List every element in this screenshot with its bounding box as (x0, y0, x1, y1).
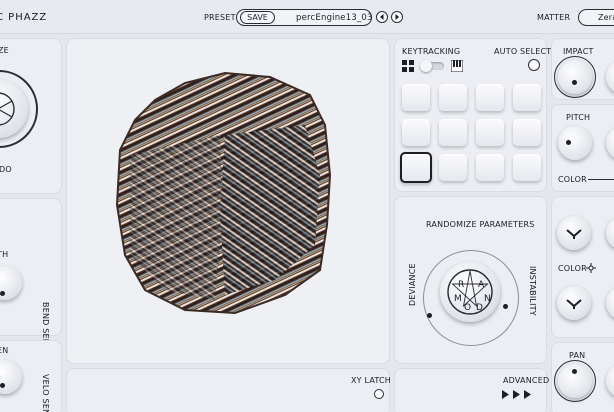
pad-5[interactable] (402, 119, 430, 146)
next-preset-button[interactable] (391, 11, 403, 23)
chevron-right-icon (395, 14, 399, 20)
matter-label: MATTER (537, 13, 571, 22)
advanced-label: ADVANCED (503, 376, 550, 385)
left-top-label: ZE (0, 46, 9, 55)
pitch-indicator (566, 140, 571, 145)
preset-name: percEngine13_03 (296, 13, 373, 23)
matter-value: Zera (598, 13, 614, 22)
xy-latch-panel (66, 368, 390, 412)
random-letter-o: O (464, 303, 472, 313)
mode-dial-symbol (0, 92, 15, 126)
pitch-bend-label: TH (0, 250, 9, 259)
auto-select-toggle[interactable] (528, 59, 540, 71)
brand-logo: C PHAZZ (0, 12, 48, 23)
color-slider[interactable] (588, 179, 614, 180)
pad-7[interactable] (476, 119, 504, 146)
matter-cube-visual[interactable] (105, 65, 345, 325)
impact-arc (554, 56, 596, 98)
chevron-left-icon (380, 14, 384, 20)
xy-latch-toggle[interactable] (374, 389, 384, 399)
pad-10[interactable] (439, 154, 467, 181)
random-letter-n: N (484, 294, 491, 304)
velo-knob-indicator (0, 383, 5, 388)
pitch-knob[interactable] (558, 126, 592, 160)
keytracking-label: KEYTRACKING (402, 47, 461, 56)
crosshair-icon (586, 263, 596, 273)
auto-select-label: AUTO SELECT (494, 47, 552, 56)
pitch-label: PITCH (566, 113, 591, 122)
pad-3[interactable] (476, 84, 504, 111)
pad-1[interactable] (402, 84, 430, 111)
impact-label: IMPACT (563, 47, 594, 56)
advanced-arrows-icon[interactable] (502, 390, 542, 399)
pan-arc (554, 360, 596, 402)
velo-sens-label: VELO SENS (41, 374, 50, 412)
random-letter-r: R (458, 280, 465, 290)
color-label: COLOR (558, 175, 587, 184)
keytracking-toggle-thumb (420, 60, 432, 72)
dial-mode-label: DO (0, 165, 12, 174)
preset-label: PRESET (204, 13, 236, 22)
deviance-marker (427, 313, 432, 318)
fork-icon-bottom (566, 299, 582, 309)
pad-9[interactable] (400, 152, 432, 183)
keytracking-toggle[interactable] (420, 60, 444, 72)
pan-label: PAN (569, 351, 586, 360)
instability-marker (503, 304, 508, 309)
random-letter-d: D (476, 303, 484, 313)
random-letter-a: A (478, 280, 485, 290)
pad-12[interactable] (513, 154, 541, 181)
instability-label: INSTABILITY (528, 266, 537, 316)
bend-knob-indicator (0, 291, 5, 296)
prev-preset-button[interactable] (376, 11, 388, 23)
pad-2[interactable] (439, 84, 467, 111)
pad-8[interactable] (513, 119, 541, 146)
pad-4[interactable] (513, 84, 541, 111)
xy-latch-label: XY LATCH (351, 376, 392, 385)
color2-label: COLOR (558, 264, 587, 273)
velo-fragment-label: EN (0, 346, 9, 355)
fork-icon-top (566, 229, 582, 239)
pad-6[interactable] (439, 119, 467, 146)
randomize-title: RANDOMIZE PARAMETERS (426, 220, 535, 229)
random-letter-m: M (454, 294, 462, 304)
deviance-label: DEVIANCE (408, 263, 417, 306)
grid-mode-icon[interactable] (402, 60, 414, 72)
pad-11[interactable] (476, 154, 504, 181)
keyboard-mode-icon[interactable] (451, 60, 463, 72)
app-window: C PHAZZ PRESET SAVE percEngine13_03 MATT… (0, 0, 614, 412)
save-button[interactable]: SAVE (240, 11, 275, 24)
